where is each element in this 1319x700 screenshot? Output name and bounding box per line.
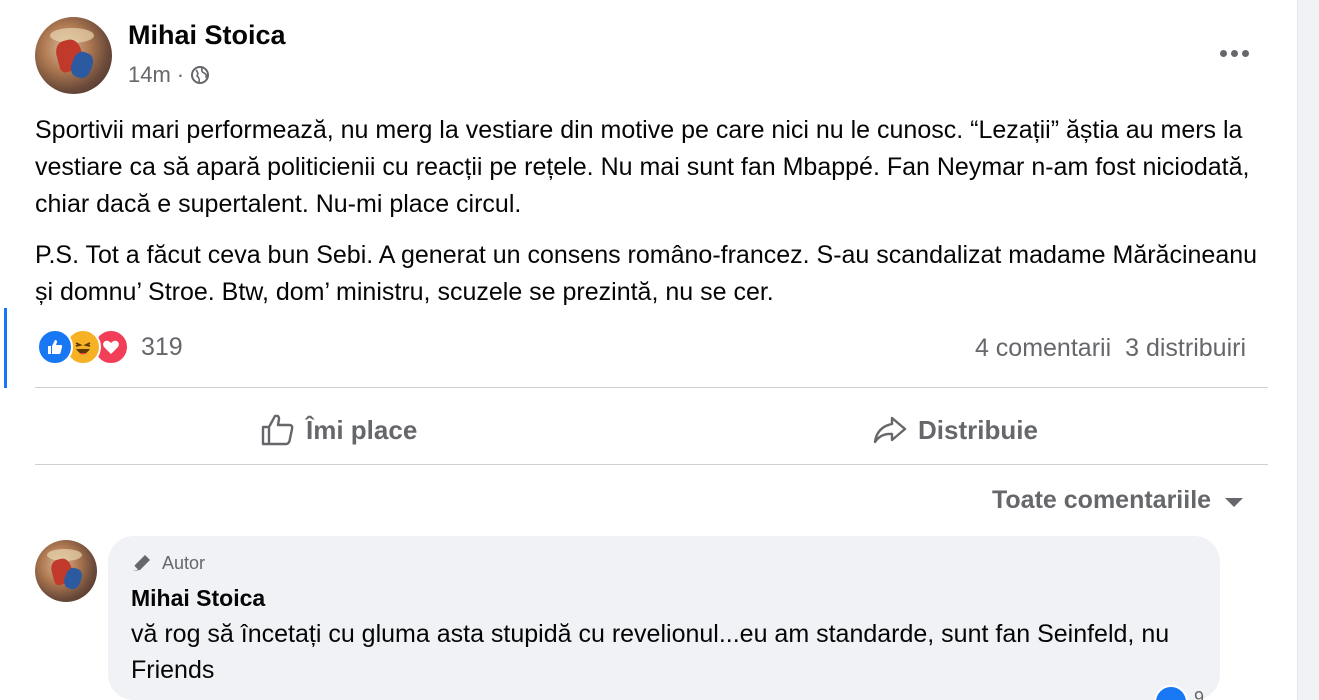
share-button-label: Distribuie <box>918 414 1038 445</box>
comment-bubble: Autor Mihai Stoica vă rog să încetați cu… <box>108 536 1220 700</box>
pencil-icon <box>133 555 150 571</box>
more-dot-icon <box>1241 49 1249 57</box>
meta-separator: · <box>176 62 185 87</box>
share-button[interactable]: Distribuie <box>872 408 1038 452</box>
comment-reaction-count: 9 <box>1194 688 1205 700</box>
author-badge: Autor <box>130 552 205 574</box>
divider <box>35 464 1268 465</box>
comment-author-name[interactable]: Mihai Stoica <box>131 585 265 612</box>
caret-down-icon <box>1225 498 1244 507</box>
more-dot-icon <box>1219 49 1227 57</box>
post-stats: 4 comentarii 3 distribuiri <box>975 334 1246 363</box>
focus-indicator <box>4 308 7 388</box>
post-paragraph: P.S. Tot a făcut ceva bun Sebi. A genera… <box>35 241 1258 306</box>
comment-author-avatar[interactable] <box>35 540 97 602</box>
post-meta: 14m · <box>128 62 210 88</box>
comment-text: vă rog să încetați cu gluma asta stupidă… <box>131 620 1170 684</box>
shares-count-link[interactable]: 3 distribuiri <box>1125 334 1246 363</box>
author-badge-label: Autor <box>162 552 206 573</box>
like-button[interactable]: Îmi place <box>260 408 417 452</box>
post-author-name[interactable]: Mihai Stoica <box>128 20 286 51</box>
post-body: Sportivii mari performează, nu merg la v… <box>35 112 1275 325</box>
like-icon <box>37 329 73 365</box>
share-arrow-icon <box>873 416 907 444</box>
more-options-button[interactable] <box>1212 38 1256 68</box>
thumbs-up-icon <box>261 414 294 446</box>
like-button-label: Îmi place <box>306 414 418 445</box>
reaction-count: 319 <box>141 332 183 361</box>
comment-sort-label: Toate comentariile <box>992 486 1212 514</box>
author-avatar[interactable] <box>35 17 112 94</box>
globe-icon[interactable] <box>190 65 210 85</box>
post-card: Mihai Stoica 14m · Sportivii mari perfor… <box>0 0 1298 700</box>
comments-count-link[interactable]: 4 comentarii <box>975 334 1111 363</box>
reactions-summary[interactable]: 319 <box>37 329 183 365</box>
more-dot-icon <box>1230 49 1238 57</box>
comment-sort-dropdown[interactable]: Toate comentariile <box>992 486 1244 515</box>
divider <box>35 387 1268 388</box>
post-paragraph: Sportivii mari performează, nu merg la v… <box>35 116 1250 218</box>
post-time[interactable]: 14m <box>128 62 171 88</box>
